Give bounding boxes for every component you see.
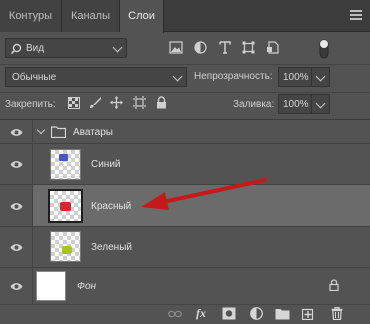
lock-image-pixels-icon[interactable] bbox=[89, 96, 102, 109]
avatar-thumbnail-content bbox=[60, 202, 71, 211]
divider bbox=[0, 64, 370, 65]
lock-artboard-icon[interactable] bbox=[133, 96, 146, 109]
pixel-filter-icon[interactable] bbox=[169, 41, 183, 54]
layer-thumbnail bbox=[48, 189, 83, 223]
shape-filter-icon[interactable] bbox=[242, 41, 255, 54]
layer-thumbnail bbox=[36, 271, 66, 301]
layer-name: Зеленый bbox=[91, 242, 132, 253]
layer-name: Синий bbox=[91, 159, 121, 170]
tab-channels[interactable]: Каналы bbox=[62, 0, 120, 32]
blend-mode-value: Обычные bbox=[12, 72, 57, 83]
new-layer-icon[interactable] bbox=[302, 307, 315, 320]
tab-paths[interactable]: Контуры bbox=[0, 0, 62, 32]
chevron-down-icon bbox=[315, 98, 326, 109]
avatar-thumbnail-content bbox=[62, 246, 72, 254]
annotation-arrow bbox=[141, 178, 267, 210]
divider bbox=[311, 68, 312, 86]
chevron-down-icon bbox=[172, 71, 183, 82]
search-icon bbox=[10, 43, 22, 55]
divider bbox=[0, 92, 370, 93]
eye-icon[interactable] bbox=[10, 128, 23, 137]
trash-icon[interactable] bbox=[331, 307, 343, 320]
layer-thumbnail bbox=[50, 231, 81, 262]
eye-icon[interactable] bbox=[10, 160, 23, 169]
chevron-down-icon bbox=[315, 71, 326, 82]
link-icon[interactable] bbox=[168, 309, 182, 319]
layer-name: Аватары bbox=[73, 127, 113, 138]
eye-icon[interactable] bbox=[10, 282, 23, 291]
adjustment-icon[interactable] bbox=[250, 307, 263, 320]
fx-icon[interactable]: fx bbox=[196, 306, 206, 321]
tab-layers[interactable]: Слои bbox=[120, 0, 164, 33]
lock-all-icon[interactable] bbox=[156, 96, 167, 109]
adjustment-filter-icon[interactable] bbox=[194, 41, 207, 54]
avatar-thumbnail-content bbox=[59, 154, 68, 161]
visibility-cell bbox=[0, 185, 33, 226]
visibility-cell bbox=[0, 144, 33, 184]
expand-chevron-icon[interactable] bbox=[36, 125, 46, 135]
folder-icon[interactable] bbox=[275, 308, 290, 320]
type-filter-icon[interactable] bbox=[219, 41, 231, 54]
opacity-label: Непрозрачность: bbox=[194, 71, 273, 82]
filter-kind-select[interactable]: Вид bbox=[5, 38, 127, 58]
layer-group-row[interactable]: Аватары bbox=[0, 120, 370, 144]
fill-input[interactable]: 100% bbox=[278, 94, 330, 114]
folder-icon bbox=[51, 126, 66, 138]
blend-mode-select[interactable]: Обычные bbox=[5, 67, 187, 87]
fill-value: 100% bbox=[283, 99, 309, 110]
lock-icon bbox=[329, 279, 339, 291]
layer-name: Фон bbox=[77, 281, 97, 292]
visibility-cell bbox=[0, 120, 33, 143]
fill-label: Заливка: bbox=[233, 99, 275, 110]
lock-label: Закрепить: bbox=[5, 99, 56, 110]
visibility-cell bbox=[0, 268, 33, 304]
filter-toggle-switch[interactable] bbox=[318, 38, 330, 60]
smart-object-filter-icon[interactable] bbox=[266, 41, 279, 54]
panel-menu-icon[interactable] bbox=[350, 10, 362, 20]
eye-icon[interactable] bbox=[10, 243, 23, 252]
opacity-value: 100% bbox=[283, 72, 309, 83]
opacity-input[interactable]: 100% bbox=[278, 67, 330, 87]
filter-kind-value: Вид bbox=[26, 43, 45, 54]
lock-position-icon[interactable] bbox=[110, 96, 123, 109]
layer-row-green[interactable]: Зеленый bbox=[0, 227, 370, 268]
divider bbox=[311, 95, 312, 113]
layer-row-background[interactable]: Фон bbox=[0, 268, 370, 304]
eye-icon[interactable] bbox=[10, 202, 23, 211]
layer-name: Красный bbox=[91, 201, 132, 212]
chevron-down-icon bbox=[112, 42, 123, 53]
mask-icon[interactable] bbox=[222, 307, 236, 320]
lock-transparent-pixels-icon[interactable] bbox=[68, 97, 80, 109]
visibility-cell bbox=[0, 227, 33, 267]
layer-thumbnail bbox=[50, 149, 81, 180]
